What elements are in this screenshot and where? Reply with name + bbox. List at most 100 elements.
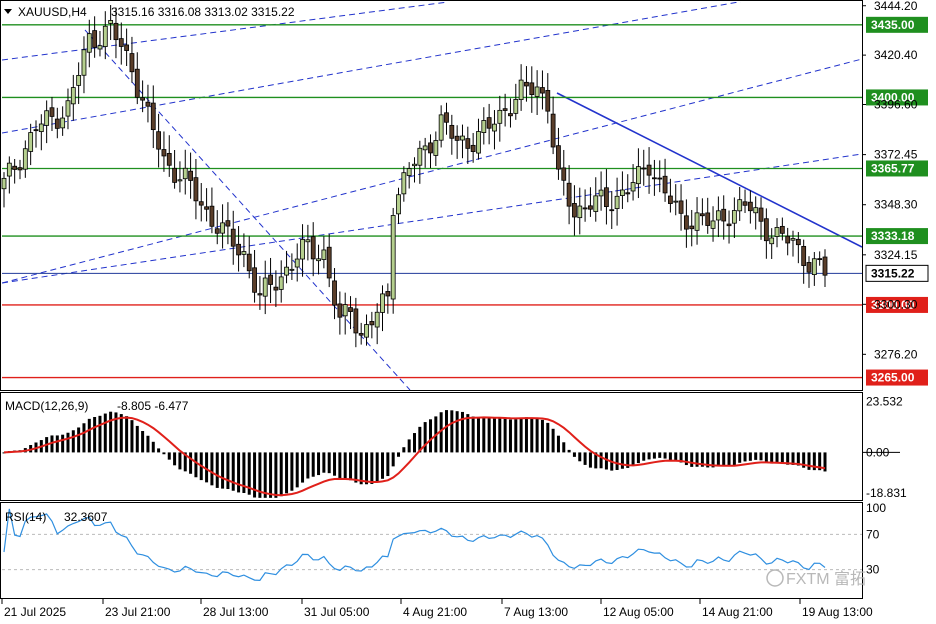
macd-bar [498,418,502,453]
macd-bar [540,419,544,453]
candle-body [348,307,353,312]
candle-body [188,170,193,181]
candle-body [428,142,433,154]
macd-bar [71,430,75,453]
candle-body [129,53,135,73]
candle-body [406,168,412,176]
candle-body [300,239,305,260]
candle-body [598,189,604,197]
candle-body [822,256,828,276]
macd-bar [349,452,353,481]
rsi-title: RSI(14) [5,510,46,524]
macd-bar [647,452,651,460]
macd-bar [93,417,97,453]
macd-tick-label: 0.00 [866,445,890,459]
candle-body [529,82,535,96]
time-tick-label: 4 Aug 21:00 [403,605,467,619]
macd-bar [487,417,491,453]
candle-body [284,266,289,276]
candle-body [678,200,684,214]
time-tick-label: 23 Jul 21:00 [105,605,171,619]
macd-tick-label: 23.532 [866,395,903,409]
candle-body [28,132,34,152]
candle-body [444,112,449,123]
candle-body [156,131,162,150]
macd-bar [690,452,694,467]
candle-body [358,333,364,336]
candle-body [779,225,785,234]
candle-body [118,38,124,47]
candle-body [268,274,273,285]
fxtm-watermark-text: FXTM 富拓 [786,570,866,588]
candle-body [86,33,92,53]
candle-body [710,220,716,229]
macd-bar [556,435,560,453]
candle-body [705,212,711,226]
macd-bar [103,413,107,453]
symbol-dropdown-icon[interactable] [4,9,12,14]
candle-body [790,238,796,241]
candle-body [667,195,673,204]
candle-body [604,187,609,208]
symbol-label[interactable]: XAUUSD,H4 [18,5,87,19]
candle-body [113,22,119,41]
candle-body [12,165,18,170]
channel-lower-line[interactable] [2,58,862,284]
macd-bar [370,452,374,484]
candle-body [310,236,316,260]
macd-bar [663,452,667,459]
macd-bar [173,452,177,466]
macd-bar [413,433,416,453]
candle-body [342,304,348,317]
macd-bar [221,452,225,489]
candle-body [582,207,588,210]
candle-body [636,166,641,185]
candle-body [236,243,241,256]
macd-tick-label: -18.831 [866,486,907,500]
macd-bar [167,452,171,460]
candle-body [225,220,231,227]
macd-bar [423,422,427,453]
candle-body [763,218,769,242]
candle-body [481,120,487,133]
macd-bar [551,428,555,453]
macd-bar [450,410,454,453]
macd-bar [471,416,475,453]
candle-body [438,114,444,141]
rsi-panel-frame [0,502,863,599]
macd-bar [807,452,811,470]
candle-body [508,113,513,117]
candle-body [593,195,599,212]
candle-body [470,144,476,152]
candle-body [657,177,663,180]
macd-bar [754,452,758,460]
macd-bar [578,452,582,462]
candle-body [630,182,636,192]
candle-body [731,210,737,224]
macd-bar [55,435,59,453]
macd-bar [215,452,219,488]
candle-body [769,237,775,245]
macd-bar [546,422,550,453]
macd-bar [748,452,752,461]
price-axis: 3444.20 3420.40 3396.60 3372.45 3348.30 3324.… [862,0,918,577]
macd-bar [444,410,448,453]
candle-body [33,129,39,132]
candle-body [689,225,695,230]
macd-bar [290,452,294,491]
candle-body [209,205,215,227]
time-tick-label: 28 Jul 13:00 [203,605,269,619]
candle-body [220,222,225,234]
macd-bar [146,435,150,453]
macd-bar [631,452,635,467]
macd-bar [333,452,337,476]
macd-bar [322,452,326,473]
candle-body [278,276,284,290]
macd-bar [583,452,587,465]
macd-bar [157,448,161,453]
candle-body [81,49,87,76]
macd-bar [269,452,273,498]
macd-bar [428,419,432,453]
price-tick-label: 3276.20 [874,347,918,361]
candle-body [289,268,295,271]
